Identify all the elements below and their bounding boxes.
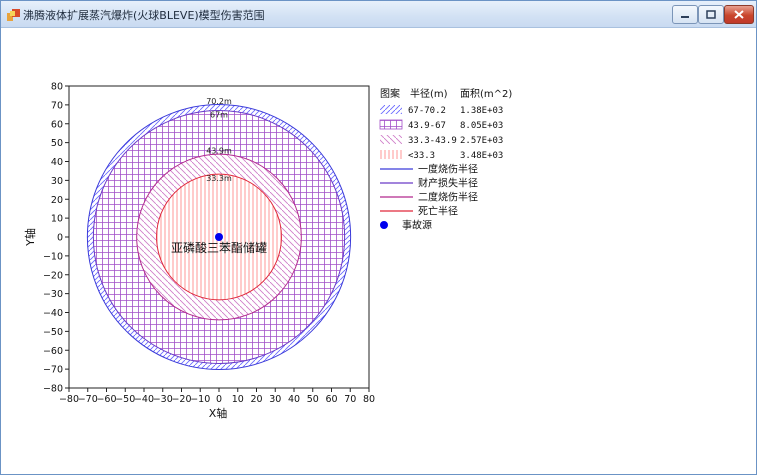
y-tick-label: 10 [51,214,63,225]
y-tick-label: −50 [43,327,63,338]
x-tick-label: 40 [288,394,300,405]
x-tick-label: 70 [344,394,356,405]
x-tick-label: 20 [250,394,262,405]
x-tick-label: 30 [269,394,281,405]
x-tick-label: 50 [307,394,319,405]
x-tick-label: −50 [115,394,135,405]
x-axis-label: X轴 [209,406,228,420]
y-tick-label: 80 [51,82,63,93]
source-marker [215,233,223,241]
y-axis-label: Y轴 [23,228,37,247]
x-tick-label: 0 [216,394,222,405]
x-tick-label: −40 [134,394,154,405]
circle-label: 67m [210,111,228,120]
y-tick-label: −20 [43,270,63,281]
y-tick-label: −30 [43,289,63,300]
x-tick-label: −30 [153,394,173,405]
x-tick-label: −80 [59,394,79,405]
y-tick-label: 50 [51,138,63,149]
circle-label: 70.2m [206,97,232,106]
y-tick-label: −80 [43,384,63,395]
y-tick-label: −40 [43,308,63,319]
x-tick-label: −70 [78,394,98,405]
x-tick-label: 80 [363,394,375,405]
y-tick-label: 70 [51,100,63,111]
y-tick-label: 20 [51,195,63,206]
x-tick-label: 10 [232,394,244,405]
circle-label: 43.9m [206,147,232,156]
y-tick-label: −70 [43,365,63,376]
damage-range-chart: 70.2m67m43.9m33.3m亚磷酸三苯酯储罐 −80−70−60−50−… [23,82,375,421]
x-tick-label: −60 [96,394,116,405]
y-tick-label: 30 [51,176,63,187]
source-label: 亚磷酸三苯酯储罐 [171,240,267,255]
x-tick-label: −20 [171,394,191,405]
x-tick-label: −10 [190,394,210,405]
y-tick-label: 0 [57,233,63,244]
y-tick-label: −10 [43,251,63,262]
circle-label: 33.3m [206,174,232,183]
y-tick-label: −60 [43,346,63,357]
y-tick-label: 40 [51,157,63,168]
y-tick-label: 60 [51,119,63,130]
x-tick-label: 60 [325,394,337,405]
